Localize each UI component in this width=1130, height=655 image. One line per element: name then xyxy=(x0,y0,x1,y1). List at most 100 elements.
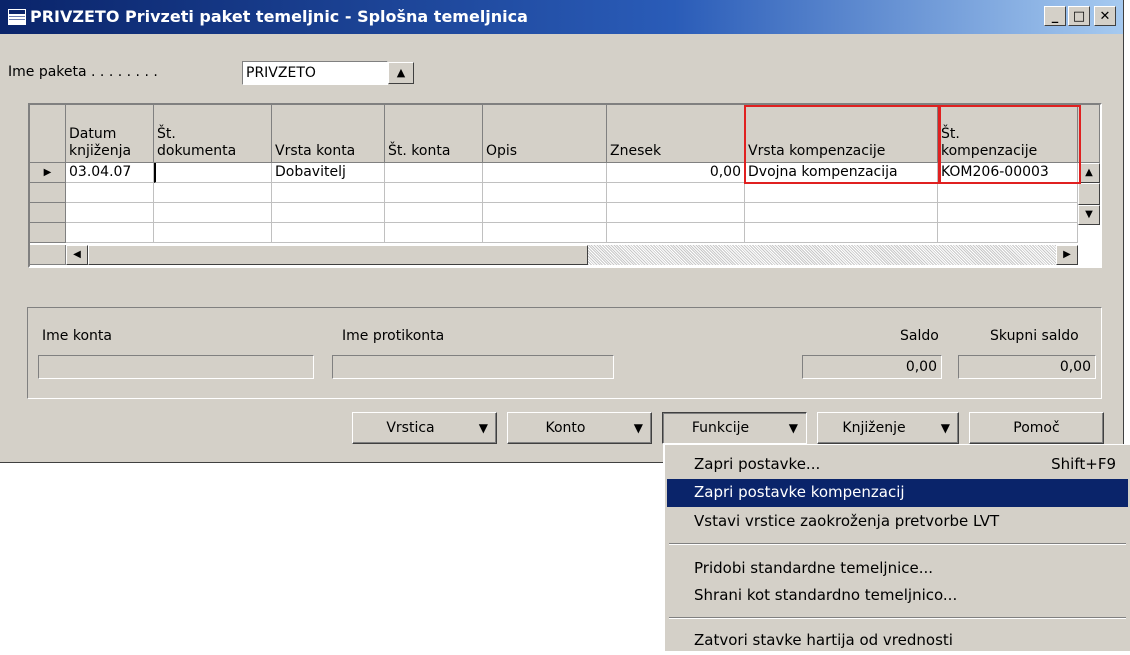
knjizenje-button[interactable]: Knjiženje ▼ xyxy=(817,412,959,444)
funkcije-button-label: Funkcije xyxy=(691,420,750,436)
batch-name-field[interactable]: PRIVZETO xyxy=(242,61,388,85)
menu-item-pridobi-standardne-temeljnice[interactable]: Pridobi standardne temeljnice... xyxy=(667,555,1128,583)
dropdown-arrow-icon: ▼ xyxy=(478,421,488,435)
grid-cell[interactable] xyxy=(607,183,745,203)
vertical-scrollbar[interactable]: ▲ ▼ xyxy=(1078,163,1100,225)
row-selector[interactable] xyxy=(30,203,66,223)
grid-cell[interactable] xyxy=(272,183,385,203)
header-filler xyxy=(1078,105,1100,163)
grid-cell[interactable] xyxy=(483,183,607,203)
grid-cell[interactable] xyxy=(385,183,483,203)
cell-st-dokumenta[interactable] xyxy=(154,163,272,183)
menu-item-label: Zapri postavke kompenzacij xyxy=(694,483,905,501)
menu-item-zapri-postavke-kompenzacij[interactable]: Zapri postavke kompenzacij xyxy=(667,479,1128,507)
pomoc-button-label: Pomoč xyxy=(1013,420,1060,436)
scroll-up-icon[interactable]: ▲ xyxy=(1078,163,1100,183)
grid-cell[interactable] xyxy=(66,223,154,243)
grid-cell[interactable] xyxy=(745,183,938,203)
konto-button[interactable]: Konto ▼ xyxy=(507,412,652,444)
grid-cell[interactable] xyxy=(154,183,272,203)
vrstica-button[interactable]: Vrstica ▼ xyxy=(352,412,497,444)
grid-cell[interactable] xyxy=(483,223,607,243)
horizontal-scrollbar[interactable]: ◀ ▶ xyxy=(66,245,1078,265)
scroll-right-icon[interactable]: ▶ xyxy=(1056,245,1078,265)
grid-cell[interactable] xyxy=(745,203,938,223)
scroll-thumb[interactable] xyxy=(88,245,588,265)
grid-cell[interactable] xyxy=(154,203,272,223)
header-st-konta[interactable]: Št. konta xyxy=(385,105,483,163)
journal-window: PRIVZETO Privzeti paket temeljnic - Splo… xyxy=(0,0,1124,463)
scroll-thumb[interactable] xyxy=(1078,183,1100,205)
header-st-dokumenta[interactable]: Št. dokumenta xyxy=(154,105,272,163)
row-selector[interactable] xyxy=(30,223,66,243)
header-datum-knjizenja[interactable]: Datum knjiženja xyxy=(66,105,154,163)
batch-name-label: Ime paketa . . . . . . . . xyxy=(8,64,158,80)
ime-protikonta-label: Ime protikonta xyxy=(342,328,445,344)
scroll-left-icon[interactable]: ◀ xyxy=(66,245,88,265)
dropdown-arrow-icon: ▼ xyxy=(788,421,798,435)
grid-cell[interactable] xyxy=(385,223,483,243)
grid-cell[interactable] xyxy=(66,203,154,223)
dropdown-arrow-icon: ▼ xyxy=(633,421,643,435)
header-opis[interactable]: Opis xyxy=(483,105,607,163)
funkcije-menu: Zapri postavke... Shift+F9 Zapri postavk… xyxy=(663,444,1130,651)
menu-separator xyxy=(669,543,1126,545)
ime-protikonta-field xyxy=(332,355,614,379)
dropdown-arrow-icon: ▼ xyxy=(940,421,950,435)
saldo-field: 0,00 xyxy=(802,355,942,379)
cell-vrsta-konta[interactable]: Dobavitelj xyxy=(272,163,385,183)
scroll-down-icon[interactable]: ▼ xyxy=(1078,205,1100,225)
menu-item-zatvori-stavke[interactable]: Zatvori stavke hartija od vrednosti xyxy=(667,627,1128,655)
grid-cell[interactable] xyxy=(483,203,607,223)
menu-item-label: Zapri postavke... xyxy=(694,455,821,473)
menu-item-shrani-kot-standardno[interactable]: Shrani kot standardno temeljnico... xyxy=(667,582,1128,610)
cell-st-konta[interactable] xyxy=(385,163,483,183)
skupni-saldo-field: 0,00 xyxy=(958,355,1096,379)
grid-cell[interactable] xyxy=(66,183,154,203)
pomoc-button[interactable]: Pomoč xyxy=(969,412,1104,444)
konto-button-label: Konto xyxy=(545,420,586,436)
header-vrsta-konta[interactable]: Vrsta konta xyxy=(272,105,385,163)
row-selector[interactable] xyxy=(30,183,66,203)
header-znesek[interactable]: Znesek xyxy=(607,105,745,163)
ime-konta-label: Ime konta xyxy=(42,328,112,344)
grid-cell[interactable] xyxy=(938,183,1078,203)
grid-cell[interactable] xyxy=(938,203,1078,223)
saldo-label: Saldo xyxy=(900,328,939,344)
menu-item-vstavi-vrstice-zaokrozenja[interactable]: Vstavi vrstice zaokroženja pretvorbe LVT xyxy=(667,508,1128,536)
menu-item-label: Pridobi standardne temeljnice... xyxy=(694,559,934,577)
row-selector xyxy=(30,245,66,265)
minimize-button[interactable]: _ xyxy=(1044,6,1066,26)
grid-cell[interactable] xyxy=(745,223,938,243)
highlight-box xyxy=(744,105,941,184)
grid-cell[interactable] xyxy=(607,223,745,243)
grid-cell[interactable] xyxy=(938,223,1078,243)
journal-lines-grid: Datum knjiženja Št. dokumenta Vrsta konta … xyxy=(28,103,1102,268)
highlight-box xyxy=(938,105,1081,184)
close-button[interactable]: ✕ xyxy=(1094,6,1116,26)
menu-item-label: Vstavi vrstice zaokroženja pretvorbe LVT xyxy=(694,512,1000,530)
skupni-saldo-label: Skupni saldo xyxy=(990,328,1079,344)
window-title: PRIVZETO Privzeti paket temeljnic - Splo… xyxy=(30,7,528,26)
cell-opis[interactable] xyxy=(483,163,607,183)
title-bar[interactable]: PRIVZETO Privzeti paket temeljnic - Splo… xyxy=(0,0,1123,34)
batch-lookup-button[interactable]: ▲ xyxy=(388,62,414,84)
menu-separator xyxy=(669,617,1126,619)
cell-znesek[interactable]: 0,00 xyxy=(607,163,745,183)
maximize-button[interactable]: □ xyxy=(1068,6,1090,26)
row-selector-current[interactable]: ▶ xyxy=(30,163,66,183)
form-icon xyxy=(8,9,26,25)
vrstica-button-label: Vrstica xyxy=(386,420,435,436)
menu-item-shortcut: Shift+F9 xyxy=(1051,455,1116,473)
grid-cell[interactable] xyxy=(607,203,745,223)
menu-item-zapri-postavke[interactable]: Zapri postavke... Shift+F9 xyxy=(667,451,1128,479)
grid-cell[interactable] xyxy=(272,203,385,223)
cell-datum-knjizenja[interactable]: 03.04.07 xyxy=(66,163,154,183)
funkcije-button[interactable]: Funkcije ▼ xyxy=(662,412,807,444)
grid-cell[interactable] xyxy=(154,223,272,243)
knjizenje-button-label: Knjiženje xyxy=(842,420,906,436)
grid-corner xyxy=(30,105,66,163)
account-info-panel: Ime konta Ime protikonta Saldo Skupni sa… xyxy=(27,307,1102,399)
grid-cell[interactable] xyxy=(272,223,385,243)
grid-cell[interactable] xyxy=(385,203,483,223)
